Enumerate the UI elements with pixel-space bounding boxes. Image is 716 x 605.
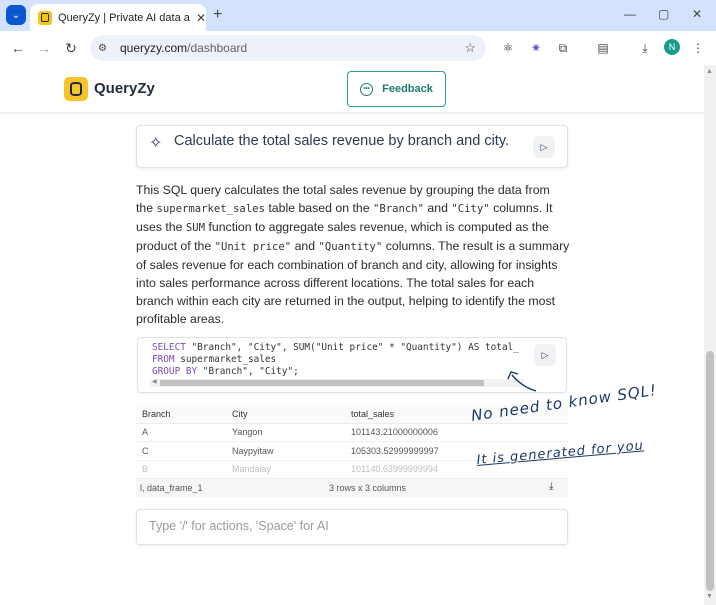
page-scroll-thumb[interactable] [706,351,714,591]
tab-search-icon[interactable]: ⌄ [6,5,26,25]
queryzy-logo-icon[interactable] [64,77,88,101]
address-bar[interactable]: ⚙ queryzy.com/dashboard ☆ [90,35,486,61]
sql-code[interactable]: SELECT "Branch", "City", SUM("Unit price… [152,342,526,378]
window-close-icon[interactable]: ✕ [692,7,702,21]
dataframe-name: l, data_frame_1 [140,483,203,493]
maximize-icon[interactable]: ▢ [658,7,669,21]
back-icon[interactable]: ← [10,40,26,56]
result-shape: 3 rows x 3 columns [329,483,407,493]
command-input[interactable] [149,519,549,533]
new-tab-icon[interactable]: + [213,6,222,24]
annotation-arrow [507,371,537,392]
cell-city: Mandalay [226,460,345,479]
browser-tab-strip: ⌄ QueryZy | Private AI data analy ✕ + — … [0,0,716,31]
table-row: A Yangon 101143.21000000006 [136,423,568,442]
cell-total-sales: 101143.21000000006 [345,423,568,442]
ai-sparkle-icon: ✧ [149,135,163,152]
react-devtools-icon[interactable]: ⚛ [500,40,516,56]
browser-tab[interactable]: QueryZy | Private AI data analy ✕ [30,4,206,31]
cell-city: Yangon [226,423,345,442]
run-sql-button[interactable]: ▷ [534,344,556,366]
cell-branch: C [136,441,226,461]
run-prompt-button[interactable]: ▷ [533,136,555,158]
brand-name[interactable]: QueryZy [94,80,155,97]
query-explanation: This SQL query calculates the total sale… [136,183,570,326]
command-input-box[interactable] [136,509,568,545]
page-viewport: QueryZy ••• Feedback ✧ Calculate the tot… [0,65,704,605]
cell-city: Naypyitaw [226,441,345,461]
feedback-button[interactable]: ••• Feedback [347,71,446,107]
site-info-icon[interactable]: ⚙ [98,43,112,54]
code-scroll-thumb[interactable] [160,380,484,386]
extension-gear-icon[interactable]: ✷ [528,40,544,56]
column-header-branch[interactable]: Branch [136,405,226,424]
column-header-city[interactable]: City [226,405,345,424]
scroll-down-icon[interactable]: ▼ [706,593,713,600]
forward-icon[interactable]: → [36,40,52,56]
cell-branch: B [136,460,226,479]
results-footer: l, data_frame_1 3 rows x 3 columns ⤓ [136,479,568,497]
cell-branch: A [136,423,226,442]
scroll-left-icon[interactable]: ◀ [152,378,157,385]
download-icon[interactable]: ⤓ [637,40,653,56]
minimize-icon[interactable]: — [624,7,636,21]
feedback-label: Feedback [382,83,433,95]
favicon-icon [38,10,52,25]
code-horizontal-scrollbar[interactable]: ◀ [150,379,524,387]
bookmark-star-icon[interactable]: ☆ [464,40,476,56]
prompt-card: ✧ Calculate the total sales revenue by b… [136,125,568,168]
reload-icon[interactable]: ↻ [63,40,79,57]
page-scrollbar[interactable]: ▲ ▼ [704,65,716,605]
extensions-puzzle-icon[interactable]: ⧉ [555,40,571,56]
download-results-icon[interactable]: ⤓ [549,481,553,492]
tab-close-icon[interactable]: ✕ [196,11,206,25]
scroll-up-icon[interactable]: ▲ [706,68,713,75]
tab-title: QueryZy | Private AI data analy [58,11,190,24]
prompt-text: Calculate the total sales revenue by bra… [174,133,510,149]
browser-toolbar: ← → ↻ ⚙ queryzy.com/dashboard ☆ ⚛ ✷ ⧉ ▤ … [0,31,716,65]
reading-list-icon[interactable]: ▤ [595,40,611,56]
profile-avatar[interactable]: N [664,39,680,55]
app-header: QueryZy ••• Feedback [0,65,704,113]
chat-icon: ••• [360,82,374,96]
menu-kebab-icon[interactable]: ⋮ [690,40,706,56]
url-text: queryzy.com/dashboard [120,41,248,55]
